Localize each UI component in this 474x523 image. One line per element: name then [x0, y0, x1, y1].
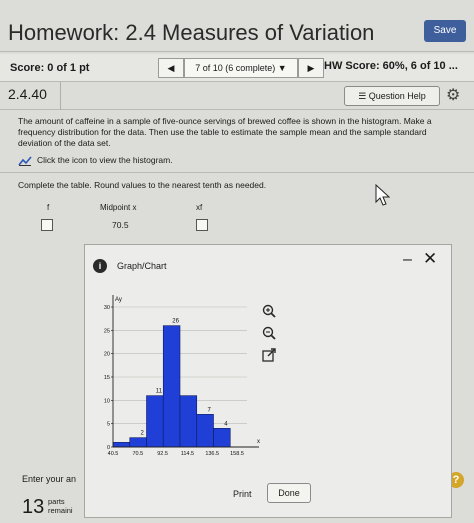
dialog-title: Graph/Chart — [117, 261, 167, 271]
popout-icon[interactable] — [261, 347, 277, 363]
data-label: 26 — [172, 319, 179, 325]
histogram-bar — [213, 428, 231, 448]
chart-icon[interactable] — [18, 155, 32, 167]
y-tick-label: 5 — [107, 422, 110, 428]
y-axis-label: Ay — [115, 297, 122, 303]
mouse-cursor-icon — [375, 184, 391, 206]
minimize-button[interactable]: – — [403, 251, 412, 269]
question-id: 2.4.40 — [8, 86, 47, 102]
score-bar: Score: 0 of 1 pt ◀ 7 of 10 (6 complete) … — [0, 54, 474, 82]
data-label: 4 — [224, 421, 228, 427]
y-tick-label: 25 — [104, 328, 110, 334]
column-header-f: f — [47, 203, 50, 212]
gear-icon[interactable]: ⚙ — [446, 85, 460, 105]
histogram-link-label: Click the icon to view the histogram. — [37, 155, 173, 165]
data-label: 11 — [156, 389, 163, 395]
divider — [0, 172, 474, 173]
save-button[interactable]: Save — [424, 20, 466, 42]
column-header-xf: xf — [196, 203, 203, 212]
histogram-bar — [146, 395, 164, 448]
y-tick-label: 20 — [104, 352, 110, 358]
zoom-in-icon[interactable] — [261, 303, 277, 319]
page-title: Homework: 2.4 Measures of Variation — [8, 20, 375, 45]
print-button[interactable]: Print — [233, 489, 252, 499]
info-icon: i — [93, 259, 107, 273]
question-text: The amount of caffeine in a sample of fi… — [18, 116, 432, 148]
histogram-bar — [129, 437, 147, 448]
previous-question-button[interactable]: ◀ — [158, 58, 184, 78]
histogram-bar — [196, 414, 214, 448]
chevron-left-icon: ◀ — [167, 63, 175, 73]
histogram-link[interactable]: Click the icon to view the histogram. — [18, 155, 173, 167]
parts-remaining-label: parts remaini — [48, 497, 73, 515]
midpoint-value: 70.5 — [112, 220, 129, 230]
x-tick-label: 92.5 — [157, 451, 168, 457]
title-bar: Homework: 2.4 Measures of Variation Save — [0, 14, 474, 52]
done-button[interactable]: Done — [267, 483, 311, 503]
xf-input[interactable] — [196, 219, 208, 231]
enter-answer-text: Enter your an — [22, 474, 77, 484]
x-tick-label: 40.5 — [108, 451, 119, 457]
x-tick-label: 114.5 — [181, 451, 194, 457]
histogram-chart: 211267405101520253040.5 70.5 92.5 114.5 136.… — [104, 295, 260, 457]
y-tick-label: 15 — [104, 375, 110, 381]
chevron-right-icon: ▶ — [307, 63, 315, 73]
y-tick-label: 30 — [104, 305, 110, 311]
histogram-bar — [179, 395, 198, 448]
x-axis-label: x — [257, 439, 260, 445]
x-tick-label: 70.5 — [132, 451, 143, 457]
frequency-input[interactable] — [41, 219, 53, 231]
parts-label-line: parts — [48, 497, 65, 506]
data-label: 7 — [207, 407, 211, 413]
column-header-midpoint: Midpoint x — [100, 203, 137, 212]
x-tick-label: 158.5 — [230, 451, 244, 457]
graph-chart-dialog: i Graph/Chart – ✕ 2 11 26 7 4 0 5 10 15 20 25 30 40.… — [84, 244, 452, 518]
divider — [60, 82, 61, 110]
histogram-bar — [112, 442, 131, 448]
homework-score: HW Score: 60%, 6 of 10 ... — [324, 60, 458, 72]
zoom-out-icon[interactable] — [261, 325, 277, 341]
question-id-bar: 2.4.40 ☰ Question Help ⚙ — [0, 82, 474, 110]
y-tick-label: 10 — [104, 398, 110, 404]
question-help-button[interactable]: ☰ Question Help — [344, 86, 440, 106]
instruction-text: Complete the table. Round values to the … — [18, 180, 267, 190]
histogram-bar — [162, 325, 181, 448]
data-label: 2 — [140, 431, 144, 437]
x-tick-label: 136.5 — [205, 451, 219, 457]
close-button[interactable]: ✕ — [423, 249, 437, 269]
question-selector[interactable]: 7 of 10 (6 complete) ▼ — [184, 58, 298, 78]
homework-page: Homework: 2.4 Measures of Variation Save… — [0, 0, 474, 523]
parts-remaining-count: 13 — [22, 496, 45, 518]
next-question-button[interactable]: ▶ — [298, 58, 324, 78]
parts-label-line: remaini — [48, 506, 73, 515]
question-score: Score: 0 of 1 pt — [10, 62, 90, 74]
